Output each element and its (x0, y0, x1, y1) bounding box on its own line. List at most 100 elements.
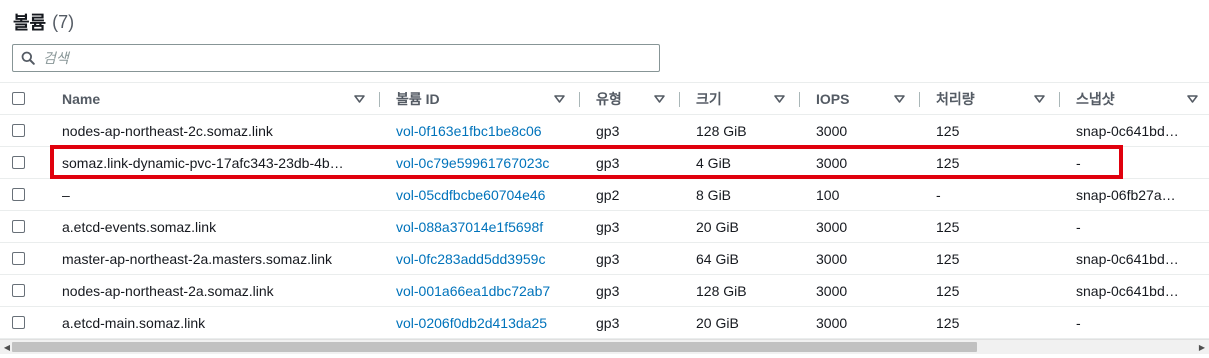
volume-id-link[interactable]: vol-05cdfbcbe60704e46 (396, 187, 545, 203)
cell-size-text: 20 GiB (696, 218, 739, 235)
cell-type: gp3 (580, 242, 680, 275)
volume-id-link[interactable]: vol-088a37014e1f5698f (396, 219, 543, 235)
row-select-cell (0, 242, 50, 275)
cell-throughput: 125 (920, 242, 1060, 275)
cell-iops: 3000 (800, 146, 920, 179)
cell-volume-id[interactable]: vol-0f163e1fbc1be8c06 (380, 114, 580, 147)
cell-throughput-text: 125 (936, 250, 960, 267)
cell-size-text: 20 GiB (696, 314, 739, 331)
column-header-size[interactable]: 크기 (680, 82, 800, 115)
cell-throughput: 125 (920, 306, 1060, 339)
scrollbar-thumb[interactable] (12, 342, 977, 352)
cell-volume-id[interactable]: vol-05cdfbcbe60704e46 (380, 178, 580, 211)
cell-volume-id[interactable]: vol-0fc283add5dd3959c (380, 242, 580, 275)
sort-caret-down-icon[interactable] (892, 92, 906, 106)
cell-type: gp3 (580, 274, 680, 307)
cell-volume-id[interactable]: vol-088a37014e1f5698f (380, 210, 580, 243)
cell-throughput: - (920, 178, 1060, 211)
page-header: 볼륨 (7) (13, 10, 74, 34)
volume-id-link[interactable]: vol-0f163e1fbc1be8c06 (396, 123, 542, 139)
horizontal-scrollbar[interactable]: ◀ ▶ (0, 339, 1209, 354)
column-header-name[interactable]: Name (50, 82, 380, 115)
sort-caret-down-icon[interactable] (552, 92, 566, 106)
row-checkbox[interactable] (12, 316, 25, 329)
cell-type-text: gp3 (596, 282, 620, 299)
table-row[interactable]: nodes-ap-northeast-2c.somaz.link vol-0f16… (0, 114, 1209, 147)
cell-name: master-ap-northeast-2a.masters.somaz.lin… (50, 242, 380, 275)
table-row[interactable]: a.etcd-events.somaz.link vol-088a37014e1f… (0, 210, 1209, 243)
row-checkbox[interactable] (12, 220, 25, 233)
volume-id-link[interactable]: vol-0c79e59961767023c (396, 155, 549, 171)
cell-snapshot-text: snap-0c641bd… (1076, 122, 1179, 139)
column-header-snapshot[interactable]: 스냅샷 (1060, 82, 1209, 115)
cell-size: 8 GiB (680, 178, 800, 211)
cell-snapshot: - (1060, 210, 1209, 243)
cell-throughput-text: - (936, 186, 941, 203)
cell-size: 64 GiB (680, 242, 800, 275)
cell-snapshot: - (1060, 306, 1209, 339)
cell-throughput-text: 125 (936, 154, 960, 171)
row-select-cell (0, 306, 50, 339)
cell-iops: 3000 (800, 306, 920, 339)
cell-volume-id[interactable]: vol-0c79e59961767023c (380, 146, 580, 179)
cell-size: 20 GiB (680, 210, 800, 243)
volume-count: (7) (52, 11, 75, 32)
cell-iops: 3000 (800, 114, 920, 147)
row-checkbox[interactable] (12, 188, 25, 201)
search-icon (13, 45, 43, 71)
cell-name-text: a.etcd-events.somaz.link (62, 218, 217, 235)
search-bar[interactable] (12, 44, 660, 72)
cell-throughput: 125 (920, 210, 1060, 243)
scroll-right-arrow-icon[interactable]: ▶ (1195, 340, 1209, 354)
cell-throughput-text: 125 (936, 282, 960, 299)
cell-type-text: gp3 (596, 122, 620, 139)
cell-throughput-text: 125 (936, 314, 960, 331)
cell-type: gp3 (580, 146, 680, 179)
cell-iops-text: 3000 (816, 314, 848, 331)
select-all-checkbox[interactable] (12, 92, 25, 105)
cell-name: nodes-ap-northeast-2c.somaz.link (50, 114, 380, 147)
table-row[interactable]: – vol-05cdfbcbe60704e46 gp2 8 GiB 100 - snap-0… (0, 178, 1209, 211)
sort-caret-down-icon[interactable] (352, 92, 366, 106)
cell-snapshot-text: - (1076, 314, 1081, 331)
cell-throughput: 125 (920, 146, 1060, 179)
column-header-volume-id[interactable]: 볼륨 ID (380, 82, 580, 115)
cell-size: 128 GiB (680, 114, 800, 147)
cell-name-text: somaz.link-dynamic-pvc-17afc343-23db-4b… (62, 154, 344, 171)
sort-caret-down-icon[interactable] (772, 92, 786, 106)
cell-size: 128 GiB (680, 274, 800, 307)
cell-volume-id[interactable]: vol-0206f0db2d413da25 (380, 306, 580, 339)
cell-type: gp3 (580, 306, 680, 339)
sort-caret-down-icon[interactable] (652, 92, 666, 106)
row-checkbox[interactable] (12, 284, 25, 297)
table-row[interactable]: nodes-ap-northeast-2a.somaz.link vol-001a… (0, 274, 1209, 307)
sort-caret-down-icon[interactable] (1032, 92, 1046, 106)
column-header-iops[interactable]: IOPS (800, 82, 920, 115)
cell-type: gp2 (580, 178, 680, 211)
column-header-throughput[interactable]: 처리량 (920, 82, 1060, 115)
cell-name-text: a.etcd-main.somaz.link (62, 314, 206, 331)
cell-snapshot-text: snap-0c641bd… (1076, 282, 1179, 299)
row-checkbox[interactable] (12, 124, 25, 137)
column-header-type[interactable]: 유형 (580, 82, 680, 115)
cell-name: – (50, 178, 380, 211)
cell-type-text: gp3 (596, 250, 620, 267)
volume-id-link[interactable]: vol-0fc283add5dd3959c (396, 251, 545, 267)
search-input[interactable] (43, 46, 659, 70)
row-checkbox[interactable] (12, 252, 25, 265)
table-row[interactable]: master-ap-northeast-2a.masters.somaz.lin… (0, 242, 1209, 275)
table-row[interactable]: somaz.link-dynamic-pvc-17afc343-23db-4b…… (0, 146, 1209, 179)
volumes-table: Name 볼륨 ID 유형 크기 IOPS 처리량 스냅샷 nodes-ap-n… (0, 82, 1209, 339)
volume-id-link[interactable]: vol-0206f0db2d413da25 (396, 315, 547, 331)
volume-id-link[interactable]: vol-001a66ea1dbc72ab7 (396, 283, 550, 299)
cell-iops: 3000 (800, 274, 920, 307)
sort-caret-down-icon[interactable] (1185, 92, 1199, 106)
row-checkbox[interactable] (12, 156, 25, 169)
select-all-cell (0, 82, 50, 115)
cell-iops-text: 3000 (816, 122, 848, 139)
cell-type: gp3 (580, 210, 680, 243)
table-row[interactable]: a.etcd-main.somaz.link vol-0206f0db2d413d… (0, 306, 1209, 339)
cell-name: a.etcd-main.somaz.link (50, 306, 380, 339)
cell-volume-id[interactable]: vol-001a66ea1dbc72ab7 (380, 274, 580, 307)
cell-throughput: 125 (920, 274, 1060, 307)
